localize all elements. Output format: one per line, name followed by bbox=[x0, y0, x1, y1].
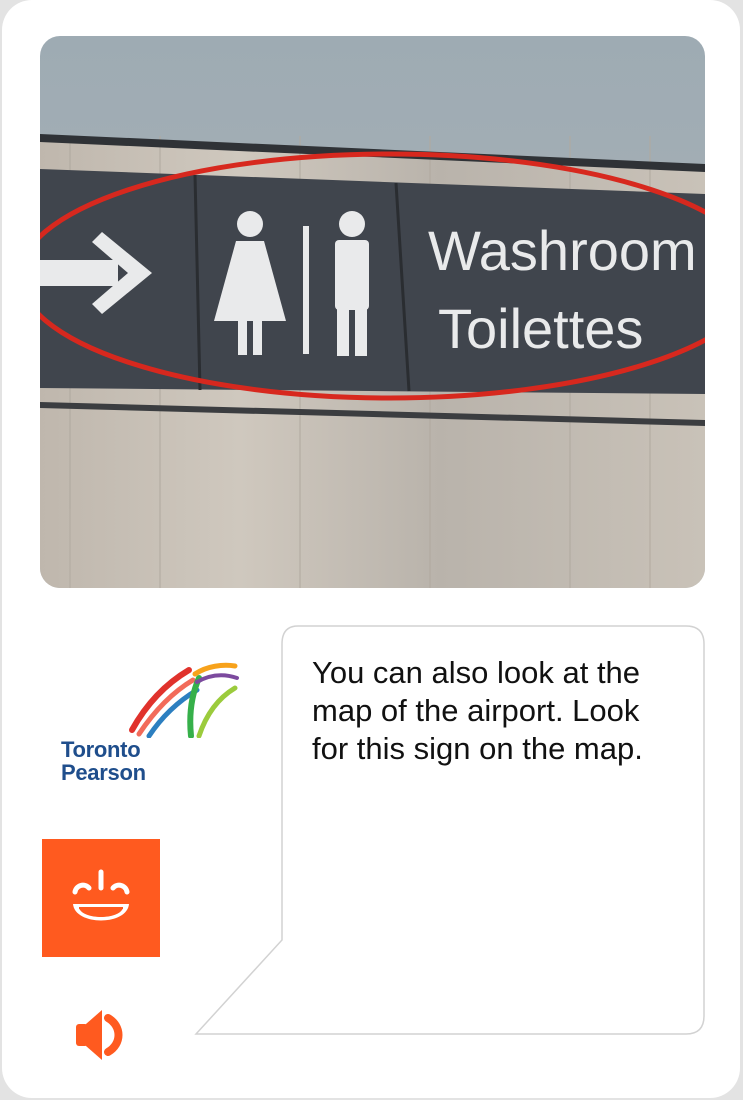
speech-bubble bbox=[194, 625, 705, 1035]
message-text: You can also look at the map of the airp… bbox=[312, 655, 643, 766]
